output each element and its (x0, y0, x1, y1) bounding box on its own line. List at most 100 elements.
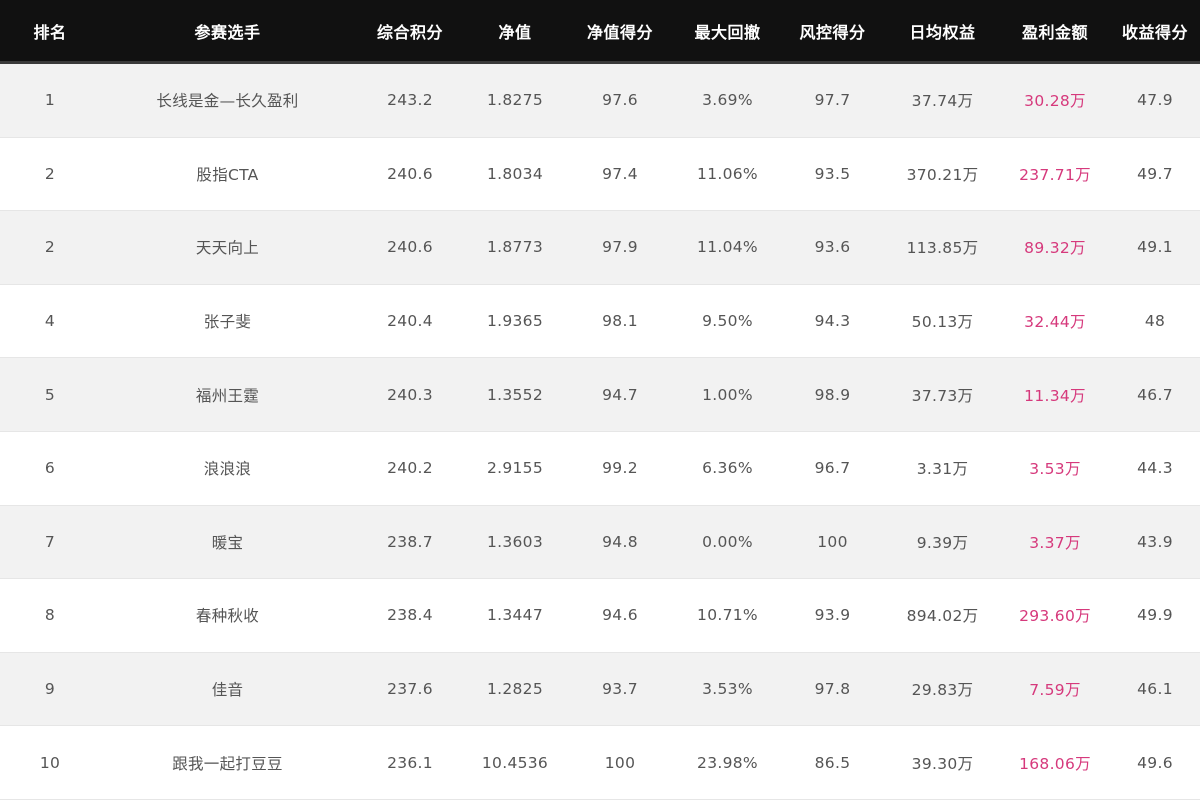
cell-rank: 4 (44, 312, 56, 331)
cell-max-drawdown: 3.53% (702, 680, 753, 699)
header-net-value[interactable]: 净值 (465, 0, 565, 61)
cell-player[interactable]: 福州王霆 (100, 358, 355, 431)
table-body: 1 长线是金—长久盈利 243.2 1.8275 97.6 3.69% 97.7 37.74万… (0, 64, 1200, 800)
cell-net-value: 2.9155 (486, 459, 544, 478)
cell-max-drawdown: 11.04% (697, 238, 758, 257)
cell-player[interactable]: 股指CTA (100, 138, 355, 211)
cell-player[interactable]: 张子斐 (100, 285, 355, 358)
cell-total-score: 240.6 (387, 164, 433, 183)
cell-profit: 3.53万 (1029, 460, 1081, 479)
cell-net-value-score: 93.7 (602, 680, 638, 699)
cell-return-score: 48 (1144, 312, 1166, 331)
cell-max-drawdown: 1.00% (702, 385, 753, 404)
cell-profit: 3.37万 (1029, 533, 1081, 552)
header-net-value-score[interactable]: 净值得分 (565, 0, 675, 61)
cell-player[interactable]: 佳音 (100, 653, 355, 726)
cell-net-value: 10.4536 (481, 753, 549, 772)
cell-total-score: 240.4 (387, 312, 433, 331)
cell-player[interactable]: 跟我一起打豆豆 (100, 726, 355, 799)
cell-rank: 6 (44, 459, 56, 478)
cell-risk-score: 93.6 (814, 238, 851, 257)
cell-max-drawdown: 3.69% (702, 91, 753, 110)
cell-total-score: 238.7 (387, 532, 433, 551)
cell-player[interactable]: 天天向上 (100, 211, 355, 284)
cell-net-value: 1.9365 (486, 312, 544, 331)
cell-rank: 5 (44, 385, 56, 404)
cell-rank: 2 (44, 164, 56, 183)
table-header: 排名 参赛选手 综合积分 净值 净值得分 最大回撤 风控得分 日均权益 盈利金额… (0, 0, 1200, 64)
cell-rank: 2 (44, 238, 56, 257)
cell-return-score: 49.9 (1137, 606, 1173, 625)
table-row[interactable]: 2 股指CTA 240.6 1.8034 97.4 11.06% 93.5 370.21万 23… (0, 137, 1200, 212)
header-return-score[interactable]: 收益得分 (1110, 0, 1200, 61)
cell-daily-equity: 894.02万 (906, 607, 979, 626)
cell-net-value-score: 98.1 (602, 312, 638, 331)
cell-risk-score: 93.5 (814, 164, 851, 183)
cell-player[interactable]: 长线是金—长久盈利 (100, 64, 355, 137)
cell-profit: 293.60万 (1019, 607, 1091, 626)
cell-return-score: 49.6 (1137, 753, 1173, 772)
table-row[interactable]: 8 春种秋收 238.4 1.3447 94.6 10.71% 93.9 894.02万 293… (0, 579, 1200, 653)
cell-profit: 30.28万 (1024, 92, 1086, 111)
cell-net-value: 1.3552 (486, 385, 544, 404)
cell-max-drawdown: 0.00% (702, 532, 753, 551)
cell-net-value-score: 97.9 (602, 238, 638, 257)
cell-risk-score: 93.9 (814, 606, 851, 625)
cell-risk-score: 97.8 (814, 680, 851, 699)
header-max-drawdown[interactable]: 最大回撤 (675, 0, 780, 61)
cell-player[interactable]: 暖宝 (100, 506, 355, 579)
cell-daily-equity: 50.13万 (911, 313, 974, 332)
cell-return-score: 49.7 (1137, 164, 1173, 183)
cell-return-score: 44.3 (1137, 459, 1173, 478)
cell-max-drawdown: 11.06% (697, 164, 758, 183)
ranking-table: 排名 参赛选手 综合积分 净值 净值得分 最大回撤 风控得分 日均权益 盈利金额… (0, 0, 1200, 801)
cell-net-value-score: 94.7 (602, 385, 638, 404)
table-row[interactable]: 7 暖宝 238.7 1.3603 94.8 0.00% 100 9.39万 3.37万 43.9 (0, 505, 1200, 580)
header-player[interactable]: 参赛选手 (100, 0, 355, 61)
cell-rank: 7 (44, 532, 56, 551)
header-rank[interactable]: 排名 (0, 0, 100, 61)
cell-daily-equity: 39.30万 (911, 754, 974, 773)
cell-net-value: 1.2825 (486, 680, 544, 699)
cell-return-score: 49.1 (1137, 238, 1173, 257)
cell-profit: 89.32万 (1024, 239, 1086, 258)
cell-rank: 9 (44, 680, 56, 699)
cell-daily-equity: 29.83万 (911, 681, 974, 700)
cell-net-value-score: 97.4 (602, 164, 638, 183)
table-row[interactable]: 4 张子斐 240.4 1.9365 98.1 9.50% 94.3 50.13万 32.44万… (0, 284, 1200, 359)
cell-net-value-score: 94.8 (602, 532, 638, 551)
cell-return-score: 43.9 (1137, 532, 1173, 551)
header-profit[interactable]: 盈利金额 (1000, 0, 1110, 61)
cell-rank: 1 (44, 91, 56, 110)
cell-daily-equity: 37.73万 (911, 386, 974, 405)
cell-total-score: 243.2 (387, 91, 433, 110)
cell-player[interactable]: 浪浪浪 (100, 432, 355, 505)
cell-max-drawdown: 10.71% (697, 606, 758, 625)
cell-net-value: 1.8034 (486, 164, 544, 183)
table-row[interactable]: 10 跟我一起打豆豆 236.1 10.4536 100 23.98% 86.5 39.30万… (0, 726, 1200, 800)
cell-max-drawdown: 9.50% (702, 312, 753, 331)
cell-total-score: 237.6 (387, 680, 433, 699)
table-row[interactable]: 5 福州王霆 240.3 1.3552 94.7 1.00% 98.9 37.73万 11.34… (0, 358, 1200, 432)
cell-max-drawdown: 23.98% (697, 753, 758, 772)
cell-net-value: 1.3603 (486, 532, 544, 551)
cell-risk-score: 98.9 (814, 385, 851, 404)
table-row[interactable]: 6 浪浪浪 240.2 2.9155 99.2 6.36% 96.7 3.31万 3.53万 44… (0, 431, 1200, 506)
cell-risk-score: 97.7 (814, 91, 851, 110)
cell-total-score: 240.2 (387, 459, 433, 478)
cell-daily-equity: 9.39万 (916, 533, 969, 552)
cell-profit: 32.44万 (1024, 313, 1086, 332)
cell-rank: 10 (39, 753, 61, 772)
cell-player[interactable]: 春种秋收 (100, 579, 355, 652)
header-daily-equity[interactable]: 日均权益 (885, 0, 1000, 61)
cell-daily-equity: 3.31万 (916, 460, 969, 479)
cell-net-value: 1.8773 (486, 238, 544, 257)
table-row[interactable]: 9 佳音 237.6 1.2825 93.7 3.53% 97.8 29.83万 7.59万 46… (0, 652, 1200, 727)
header-risk-score[interactable]: 风控得分 (780, 0, 885, 61)
cell-total-score: 236.1 (387, 753, 433, 772)
cell-rank: 8 (44, 606, 56, 625)
table-row[interactable]: 2 天天向上 240.6 1.8773 97.9 11.04% 93.6 113.85万 89.… (0, 211, 1200, 285)
cell-return-score: 46.7 (1137, 385, 1173, 404)
header-total-score[interactable]: 综合积分 (355, 0, 465, 61)
table-row[interactable]: 1 长线是金—长久盈利 243.2 1.8275 97.6 3.69% 97.7 37.74万… (0, 64, 1200, 138)
